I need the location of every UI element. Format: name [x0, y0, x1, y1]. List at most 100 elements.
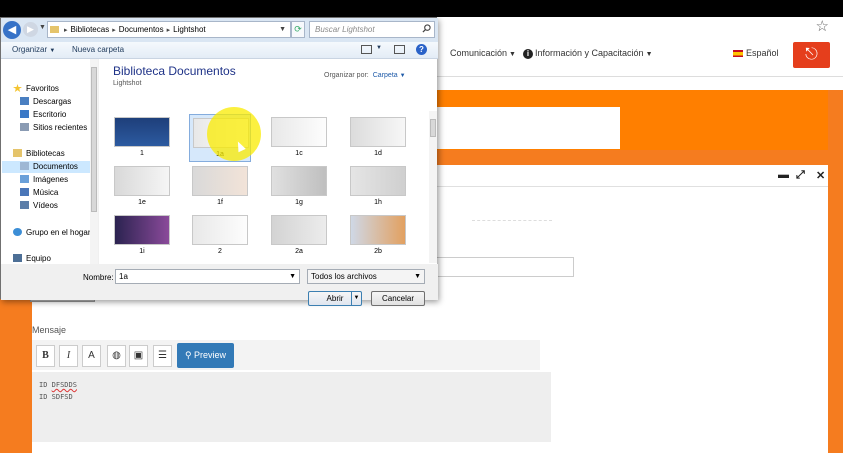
- search-input[interactable]: Buscar Lightshot: [309, 21, 435, 38]
- file-item[interactable]: 1d: [347, 114, 409, 162]
- file-item[interactable]: 1e: [111, 163, 173, 211]
- chevron-down-icon[interactable]: ▼: [289, 270, 296, 283]
- breadcrumb-item[interactable]: Lightshot: [173, 25, 205, 34]
- close-icon[interactable]: ✕: [816, 169, 825, 182]
- nav-documentos-label: Documentos: [33, 162, 78, 171]
- file-name: 1e: [138, 199, 146, 206]
- nav-bibliotecas-label: Bibliotecas: [26, 149, 65, 158]
- spain-flag-icon: [733, 50, 743, 58]
- organize-button[interactable]: Organizar ▼: [12, 45, 55, 54]
- message-editor[interactable]: ID DFSDDS ID SDFSD: [32, 372, 551, 442]
- nav-musica-label: Música: [33, 188, 59, 197]
- dialog-footer: Nombre: 1a ▼ Todos los archivos ▼ Abrir ▼ C…: [1, 264, 438, 306]
- file-item[interactable]: 2a: [268, 212, 330, 260]
- videos-icon: [20, 201, 29, 209]
- open-button[interactable]: Abrir ▼: [308, 291, 362, 306]
- history-dropdown-icon[interactable]: ▼: [39, 24, 46, 31]
- nav-informacion[interactable]: i Información y Capacitación ▼: [523, 48, 653, 59]
- content-scrollbar[interactable]: [429, 111, 437, 263]
- breadcrumb[interactable]: ▸ Bibliotecas ▸ Documentos ▸ Lightshot ▼: [47, 21, 291, 38]
- cancel-button[interactable]: Cancelar: [371, 291, 425, 306]
- chevron-down-icon[interactable]: ▼: [279, 22, 286, 37]
- nav-bibliotecas[interactable]: Bibliotecas: [13, 148, 65, 160]
- image-button[interactable]: ▣: [129, 345, 148, 367]
- mensaje-label: Mensaje: [32, 325, 67, 335]
- forward-button[interactable]: ▶: [23, 22, 38, 37]
- nav-videos[interactable]: Vídeos: [20, 200, 58, 212]
- divider: [472, 220, 552, 221]
- file-item[interactable]: 1f: [189, 163, 251, 211]
- nav-sitios-recientes[interactable]: Sitios recientes: [20, 122, 87, 134]
- minimize-icon[interactable]: ▬: [778, 169, 789, 181]
- nav-escritorio[interactable]: Escritorio: [20, 109, 66, 121]
- organize-by-dropdown[interactable]: Carpeta ▼: [373, 72, 406, 79]
- breadcrumb-item[interactable]: Bibliotecas: [71, 25, 110, 34]
- scrollbar-thumb[interactable]: [430, 119, 436, 137]
- file-item[interactable]: 1g: [268, 163, 330, 211]
- link-button[interactable]: ◍: [107, 345, 126, 367]
- preview-button[interactable]: ⚲ Preview: [177, 343, 234, 368]
- nav-descargas-label: Descargas: [33, 97, 72, 106]
- file-name: 1i: [139, 248, 145, 255]
- file-name: 1: [140, 150, 144, 157]
- file-thumbnail: [350, 166, 406, 196]
- file-item[interactable]: 1c: [268, 114, 330, 162]
- form-field[interactable]: [432, 257, 574, 277]
- file-thumbnail: [192, 166, 248, 196]
- preview-pane-icon[interactable]: [394, 45, 405, 54]
- back-button[interactable]: ◀: [3, 21, 21, 39]
- file-item[interactable]: 1: [111, 114, 173, 162]
- nav-comunicacion[interactable]: Comunicación ▼: [450, 48, 516, 58]
- nav-imagenes[interactable]: Imágenes: [20, 174, 68, 186]
- file-name: 1f: [217, 199, 223, 206]
- organize-label: Organizar: [12, 45, 48, 54]
- breadcrumb-item[interactable]: Documentos: [119, 25, 164, 34]
- bold-button[interactable]: B: [36, 345, 55, 367]
- recent-places-icon: [20, 123, 29, 131]
- list-button[interactable]: ☰: [153, 345, 172, 367]
- desktop-icon: [20, 110, 29, 118]
- pictures-icon: [20, 175, 29, 183]
- nav-favorites[interactable]: Favoritos: [13, 83, 59, 95]
- editor-toolbar: B I A ◍ ▣ ☰ ⚲ Preview: [32, 340, 540, 370]
- cursor-highlight: [207, 107, 261, 161]
- logout-button[interactable]: ⎋: [793, 42, 830, 68]
- nav-musica[interactable]: Música: [20, 187, 58, 199]
- expand-icon[interactable]: ⤢: [796, 169, 805, 182]
- file-item[interactable]: 2: [189, 212, 251, 260]
- chevron-down-icon[interactable]: ▼: [351, 292, 361, 305]
- file-list-pane: Biblioteca Documentos Lightshot Organiza…: [99, 59, 437, 264]
- new-folder-button[interactable]: Nueva carpeta: [72, 45, 124, 54]
- editor-line: ID SDFSD: [39, 391, 544, 403]
- nav-scrollbar[interactable]: [90, 59, 98, 264]
- file-name-input[interactable]: 1a ▼: [115, 269, 300, 284]
- chevron-down-icon: ▼: [399, 73, 406, 79]
- header-white-box: [420, 107, 620, 149]
- file-item[interactable]: 1h: [347, 163, 409, 211]
- image-icon: ▣: [133, 350, 144, 361]
- bookmark-star-icon[interactable]: ☆: [816, 17, 829, 35]
- font-button[interactable]: A: [82, 345, 101, 367]
- open-file-dialog: ◀ ▶ ▼ ▸ Bibliotecas ▸ Documentos ▸ Lightshot …: [0, 17, 438, 306]
- file-item[interactable]: 1i: [111, 212, 173, 260]
- search-icon: [422, 24, 431, 33]
- chevron-down-icon[interactable]: ▼: [376, 45, 382, 51]
- file-name: 1h: [374, 199, 382, 206]
- italic-button[interactable]: I: [59, 345, 78, 367]
- refresh-icon[interactable]: ⟳: [291, 21, 305, 38]
- chevron-right-icon: ▸: [166, 27, 171, 34]
- file-thumbnail: [271, 215, 327, 245]
- nav-grupo-hogar[interactable]: Grupo en el hogar: [13, 227, 91, 239]
- organize-by-value: Carpeta: [372, 72, 398, 79]
- nav-documentos[interactable]: Documentos: [2, 161, 90, 173]
- scrollbar-thumb[interactable]: [91, 67, 97, 212]
- file-item[interactable]: 2b: [347, 212, 409, 260]
- help-icon[interactable]: ?: [416, 44, 427, 55]
- open-label: Abrir: [326, 294, 344, 303]
- file-type-select[interactable]: Todos los archivos ▼: [307, 269, 425, 284]
- nav-language[interactable]: Español: [733, 48, 779, 58]
- nav-descargas[interactable]: Descargas: [20, 96, 71, 108]
- file-thumbnail: [114, 117, 170, 147]
- folder-icon: [50, 26, 59, 34]
- change-view-icon[interactable]: [361, 45, 372, 54]
